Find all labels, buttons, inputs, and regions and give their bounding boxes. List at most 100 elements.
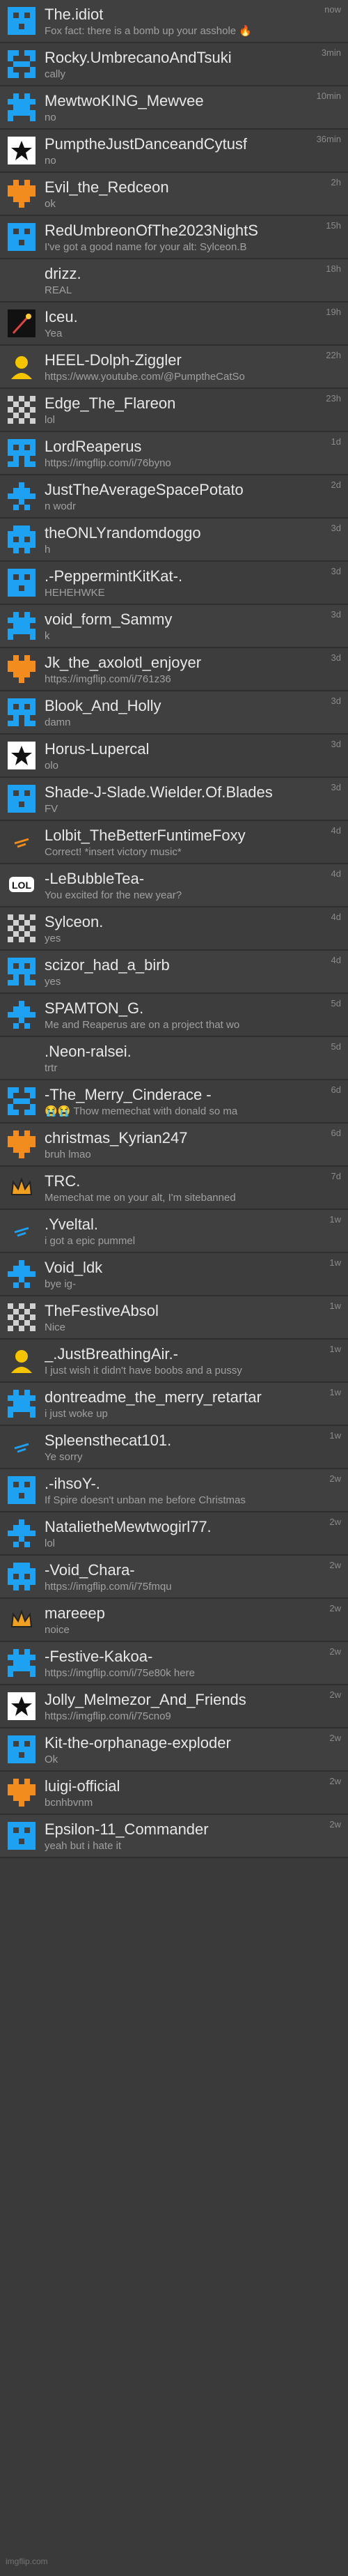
username: scizor_had_a_birb [45,956,170,974]
last-message: You excited for the new year? [45,889,182,901]
conversation-row[interactable]: -The_Merry_Cinderace - 😭😭 Thow memechat w… [0,1080,348,1124]
conversation-row[interactable]: The.idiot Fox fact: there is a bomb up yo… [0,0,348,43]
timestamp: 3min [321,47,341,58]
timestamp: 2w [329,1560,341,1570]
star-badge-icon [7,1692,36,1721]
pixel-robot-icon [7,1735,36,1764]
conversation-row[interactable]: RedUmbreonOfThe2023NightS I've got a good… [0,216,348,259]
timestamp: 4d [331,825,341,836]
conversation-row[interactable]: Lolbit_TheBetterFuntimeFoxy Correct! *ins… [0,821,348,864]
orange-pixel-icon [7,1778,36,1807]
conversation-row[interactable]: void_form_Sammy k 3d [0,605,348,648]
timestamp: 15h [326,220,341,231]
timestamp: 1w [329,1387,341,1397]
pixel-shape-icon [7,1648,36,1678]
conversation-row[interactable]: NatalietheMewtwogirl77. lol 2w [0,1512,348,1556]
username: NatalietheMewtwogirl77. [45,1518,212,1535]
conversation-row[interactable]: LOL -LeBubbleTea- You excited for the new … [0,864,348,907]
conversation-row[interactable]: Epsilon-11_Commander yeah but i hate it 2w [0,1815,348,1858]
conversation-row[interactable]: .Neon-ralsei. trtr 5d [0,1037,348,1080]
username: -Festive-Kakoa- [45,1648,153,1665]
pixel-shape-icon [7,1000,36,1029]
conversation-row[interactable]: SPAMTON_G. Me and Reaperus are on a proje… [0,994,348,1037]
timestamp: 2d [331,480,341,490]
conversation-row[interactable]: _.JustBreathingAir.- I just wish it didn'… [0,1340,348,1383]
timestamp: 5d [331,1041,341,1052]
star-badge-icon [7,741,36,770]
username: Blook_And_Holly [45,697,161,714]
conversation-row[interactable]: mareeep noice 2w [0,1599,348,1642]
last-message: https://imgflip.com/i/761z36 [45,673,171,685]
conversation-row[interactable]: .Yveltal. i got a epic pummel 1w [0,1210,348,1253]
conversation-row[interactable]: JustTheAverageSpacePotato n wodr 2d [0,475,348,519]
timestamp: 4d [331,868,341,879]
star-badge-icon [7,136,36,165]
conversation-row[interactable]: PumptheJustDanceandCytusf no 36min [0,130,348,173]
conversation-row[interactable]: Spleensthecat101. Ye sorry 1w [0,1426,348,1469]
username: luigi-official [45,1777,120,1795]
conversation-row[interactable]: Void_ldk bye ig- 1w [0,1253,348,1296]
conversation-row[interactable]: Blook_And_Hollydamn 3d [0,691,348,735]
conversation-row[interactable]: Edge_The_Flareon lol 23h [0,389,348,432]
conversation-row[interactable]: Rocky.UmbrecanoAndTsuki cally 3min [0,43,348,86]
conversation-row[interactable]: .-ihsoY-. If Spire doesn't unban me befor… [0,1469,348,1512]
conversation-row[interactable]: TheFestiveAbsol Nice 1w [0,1296,348,1340]
conversation-row[interactable]: drizz. REAL 18h [0,259,348,302]
blank-avatar-icon [7,1043,36,1073]
username: .-ihsoY-. [45,1475,100,1492]
pixel-shape-icon [7,93,36,122]
conversation-row[interactable]: -Festive-Kakoa-https://imgflip.com/i/75e… [0,1642,348,1685]
timestamp: 3d [331,609,341,620]
conversation-row[interactable]: .-PeppermintKitKat-. HEHEHWKE 3d [0,562,348,605]
username: Lolbit_TheBetterFuntimeFoxy [45,827,246,844]
pixel-shape-icon [7,957,36,986]
conversation-row[interactable]: LordReaperus https://imgflip.com/i/76byno… [0,432,348,475]
conversation-row[interactable]: Shade-J-Slade.Wielder.Of.Blades FV 3d [0,778,348,821]
username: Void_ldk [45,1259,103,1276]
last-message: Yea [45,328,63,339]
timestamp: 3d [331,696,341,706]
username: Jolly_Melmezor_And_Friends [45,1691,246,1708]
last-message: https://imgflip.com/i/76byno [45,457,171,469]
conversation-row[interactable]: MewtwoKING_Mewvee no 10min [0,86,348,130]
conversation-row[interactable]: dontreadme_the_merry_retartar i just woke… [0,1383,348,1426]
timestamp: 2w [329,1646,341,1657]
conversation-row[interactable]: christmas_Kyrian247 bruh lmao 6d [0,1124,348,1167]
conversation-row[interactable]: Jk_the_axolotl_enjoyer https://imgflip.co… [0,648,348,691]
username: -LeBubbleTea- [45,870,145,887]
conversation-row[interactable]: Sylceon. yes 4d [0,907,348,951]
last-message: https://imgflip.com/i/75fmqu [45,1581,172,1593]
last-message: https://www.youtube.com/@PumptheCatSo [45,371,245,383]
conversation-row[interactable]: -Void_Chara-https://imgflip.com/i/75fmqu… [0,1556,348,1599]
username: PumptheJustDanceandCytusf [45,135,248,153]
conversation-row[interactable]: luigi-official bcnhbvnm 2w [0,1772,348,1815]
conversation-row[interactable]: scizor_had_a_birb yes 4d [0,951,348,994]
checker-icon [7,1303,36,1332]
last-message: Correct! *insert victory music* [45,846,182,858]
conversation-row[interactable]: HEEL-Dolph-Ziggler https://www.youtube.co… [0,346,348,389]
conversation-row[interactable]: Horus-Lupercal olo 3d [0,735,348,778]
username: Rocky.UmbrecanoAndTsuki [45,49,232,66]
timestamp: 4d [331,955,341,965]
conversation-row[interactable]: Evil_the_Redceon ok 2h [0,173,348,216]
conversation-row[interactable]: Iceu. Yea 19h [0,302,348,346]
timestamp: 3d [331,566,341,576]
pixel-robot-icon [7,222,36,252]
last-message: damn [45,716,71,728]
username: christmas_Kyrian247 [45,1129,188,1147]
conversation-row[interactable]: theONLYrandomdoggo h 3d [0,519,348,562]
conversation-row[interactable]: TRC. Memechat me on your alt, I'm siteban… [0,1167,348,1210]
conversation-row[interactable]: Kit-the-orphanage-exploder Ok 2w [0,1728,348,1772]
timestamp: 4d [331,912,341,922]
last-message: bruh lmao [45,1149,91,1160]
conversation-row[interactable]: Jolly_Melmezor_And_Friends https://imgfli… [0,1685,348,1728]
memechat-conversation-list: The.idiot Fox fact: there is a bomb up yo… [0,0,348,1858]
username: Edge_The_Flareon [45,394,176,412]
timestamp: 18h [326,263,341,274]
wand-icon [7,309,36,338]
username: .Yveltal. [45,1216,99,1233]
username: -Void_Chara- [45,1561,135,1579]
username: TheFestiveAbsol [45,1302,159,1319]
pixel-shape-icon [7,1519,36,1548]
checker-icon [7,914,36,943]
